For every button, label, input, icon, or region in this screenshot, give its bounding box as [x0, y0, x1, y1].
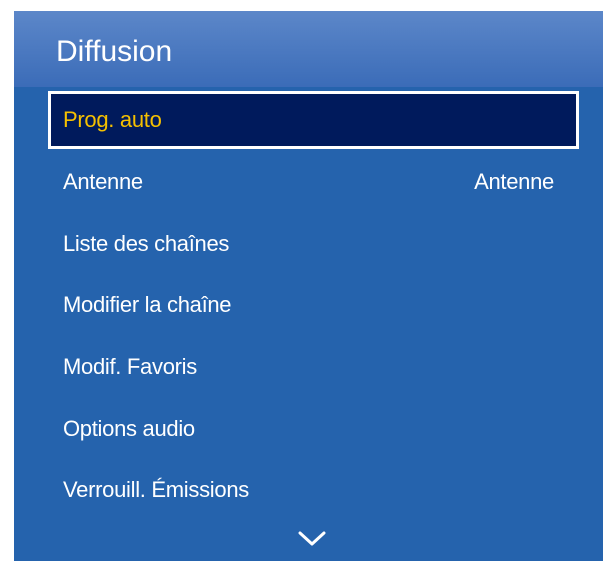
- menu-header: Diffusion: [14, 11, 603, 87]
- menu-item-label: Modif. Favoris: [63, 354, 197, 379]
- menu-item-label: Prog. auto: [63, 107, 162, 132]
- menu-title: Diffusion: [56, 35, 173, 68]
- menu-item-label: Options audio: [63, 416, 195, 441]
- menu-item-label: Antenne: [63, 169, 143, 194]
- menu-item-modifier-la-chaine[interactable]: Modifier la chaîne: [48, 276, 579, 334]
- chevron-down-icon[interactable]: [298, 530, 326, 548]
- menu-item-value: Antenne: [474, 169, 554, 194]
- menu-item-options-audio[interactable]: Options audio: [48, 400, 579, 458]
- menu-item-prog-auto[interactable]: Prog. auto: [48, 91, 579, 149]
- menu-item-label: Modifier la chaîne: [63, 292, 232, 317]
- menu-item-label: Verrouill. Émissions: [63, 477, 249, 502]
- menu-item-label: Liste des chaînes: [63, 231, 230, 256]
- menu-item-liste-des-chaines[interactable]: Liste des chaînes: [48, 215, 579, 273]
- tv-settings-menu: Diffusion Prog. auto Antenne Antenne Lis…: [14, 11, 603, 561]
- menu-item-verrouill-emissions[interactable]: Verrouill. Émissions: [48, 461, 579, 519]
- menu-item-modif-favoris[interactable]: Modif. Favoris: [48, 338, 579, 396]
- menu-item-antenne[interactable]: Antenne Antenne: [48, 153, 579, 211]
